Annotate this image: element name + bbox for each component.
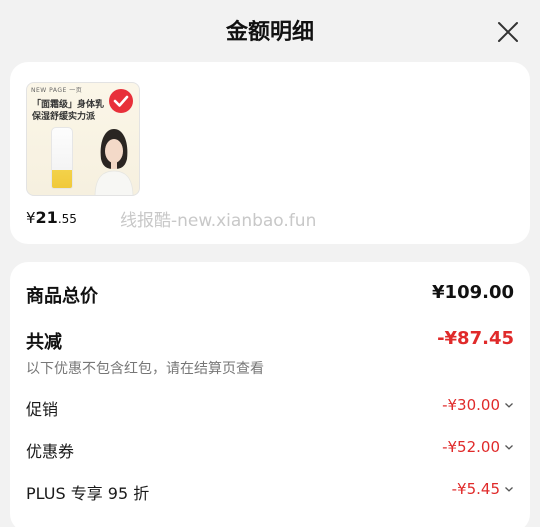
- price-currency: ¥: [26, 209, 36, 227]
- chevron-down-icon[interactable]: [504, 442, 514, 452]
- product-card: NEW PAGE 一页 「面霜级」身体乳 保湿舒缓实力派 ¥21.55 线报酷-…: [10, 62, 530, 244]
- reduce-label: 共减: [26, 332, 62, 353]
- price-integer: 21: [35, 208, 58, 227]
- discount-label: PLUS 专享 95 折: [26, 484, 150, 503]
- discount-note: 以下优惠不包含红包，请在结算页查看: [26, 361, 264, 377]
- product-price: ¥21.55: [26, 208, 77, 227]
- discount-label: 促销: [26, 400, 59, 419]
- model-illustration: [94, 129, 134, 195]
- reduce-value: -¥87.45: [437, 328, 514, 349]
- total-label: 商品总价: [26, 286, 98, 307]
- product-image-promo-2: 保湿舒缓实力派: [32, 112, 96, 122]
- discount-value: -¥52.00: [442, 438, 514, 456]
- chevron-down-icon[interactable]: [504, 400, 514, 410]
- discount-amount: -¥52.00: [442, 438, 500, 456]
- lotion-tube-illustration: [51, 127, 73, 189]
- discount-label: 优惠券: [26, 442, 75, 461]
- chevron-down-icon[interactable]: [504, 484, 514, 494]
- close-icon[interactable]: [496, 20, 520, 44]
- product-image[interactable]: NEW PAGE 一页 「面霜级」身体乳 保湿舒缓实力派: [26, 82, 140, 196]
- page-title: 金额明细: [225, 20, 314, 45]
- total-value: ¥109.00: [432, 282, 514, 303]
- discount-amount: -¥30.00: [442, 396, 500, 414]
- price-decimal: .55: [57, 212, 77, 226]
- check-badge-icon: [109, 89, 133, 113]
- header: 金额明细: [0, 0, 540, 62]
- discount-value: -¥30.00: [442, 396, 514, 414]
- watermark: 线报酷-new.xianbao.fun: [120, 211, 317, 231]
- summary-card: 商品总价 ¥109.00 共减 -¥87.45 以下优惠不包含红包，请在结算页查…: [10, 262, 530, 527]
- discount-amount: -¥5.45: [451, 480, 500, 498]
- discount-value: -¥5.45: [452, 480, 514, 498]
